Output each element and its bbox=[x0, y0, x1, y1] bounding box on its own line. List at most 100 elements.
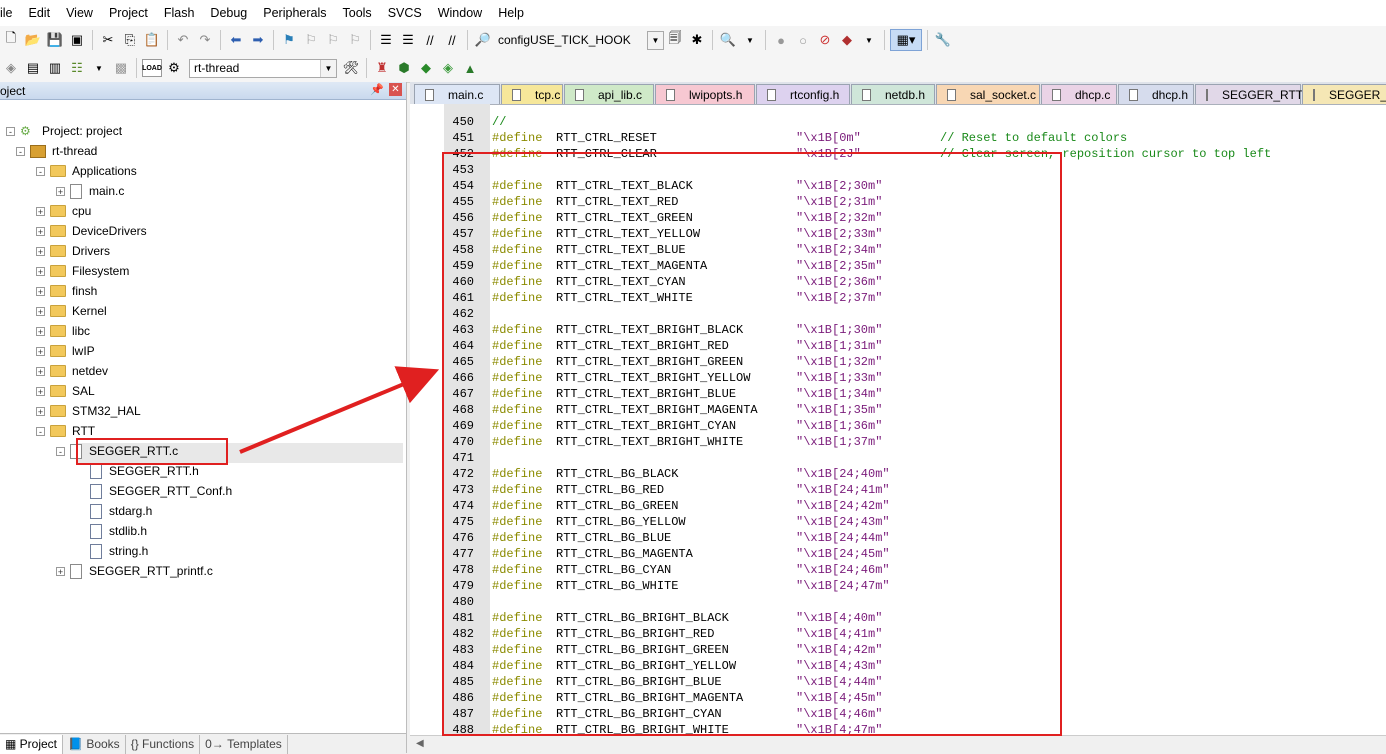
breakpoint-icon[interactable]: ● bbox=[771, 30, 791, 50]
menu-item-project[interactable]: Project bbox=[101, 0, 156, 26]
chevron-down-icon[interactable]: ▼ bbox=[320, 59, 336, 77]
menu-item-window[interactable]: Window bbox=[430, 0, 490, 26]
collapse-icon[interactable]: - bbox=[36, 166, 45, 176]
undo-icon[interactable]: ↶ bbox=[173, 30, 193, 50]
tab-templates[interactable]: 0→ Templates bbox=[200, 734, 288, 754]
tree-node[interactable]: + cpu bbox=[36, 201, 91, 221]
menu-item-edit[interactable]: Edit bbox=[21, 0, 59, 26]
clear-bookmarks-icon[interactable]: ⚐ bbox=[345, 30, 365, 50]
tree-node[interactable]: + main.c bbox=[56, 181, 124, 201]
manage-components-icon[interactable]: ♜ bbox=[372, 58, 392, 78]
tree-node[interactable]: + SEGGER_RTT_printf.c bbox=[56, 561, 213, 581]
expand-icon[interactable]: + bbox=[36, 306, 45, 316]
tree-node[interactable]: + Kernel bbox=[36, 301, 107, 321]
nav-forward-icon[interactable]: ➡ bbox=[248, 30, 268, 50]
collapse-icon[interactable]: - bbox=[56, 446, 65, 456]
expand-icon[interactable]: + bbox=[36, 206, 45, 216]
indent-icon[interactable]: ☰ bbox=[376, 30, 396, 50]
menu-item-help[interactable]: Help bbox=[490, 0, 532, 26]
editor-tab[interactable]: lwipopts.h bbox=[655, 84, 755, 104]
expand-icon[interactable]: + bbox=[56, 566, 65, 576]
save-icon[interactable]: 💾 bbox=[45, 30, 65, 50]
tree-node[interactable]: + lwIP bbox=[36, 341, 95, 361]
redo-icon[interactable]: ↷ bbox=[195, 30, 215, 50]
find-icon[interactable]: 🗐 bbox=[665, 30, 685, 50]
run-time-env-icon[interactable]: ▲ bbox=[460, 58, 480, 78]
copy-icon[interactable]: ⎘ bbox=[120, 30, 140, 50]
expand-icon[interactable]: + bbox=[36, 226, 45, 236]
find-in-files-icon[interactable]: 🔎 bbox=[473, 30, 493, 50]
open-folder-icon[interactable]: 📂 bbox=[23, 30, 43, 50]
menu-item-tools[interactable]: Tools bbox=[335, 0, 380, 26]
kill-dropdown-icon[interactable]: ▼ bbox=[859, 30, 879, 50]
editor-tab[interactable]: api_lib.c bbox=[564, 84, 654, 104]
debug-dropdown-icon[interactable]: ▼ bbox=[740, 30, 760, 50]
menu-item-peripherals[interactable]: Peripherals bbox=[255, 0, 334, 26]
next-bookmark-icon[interactable]: ⚐ bbox=[323, 30, 343, 50]
manage-packs-icon[interactable]: ◆ bbox=[416, 58, 436, 78]
window-layout-icon[interactable]: ▦▾ bbox=[890, 29, 922, 51]
find-combo[interactable]: configUSE_TICK_HOOK ▼ bbox=[494, 30, 664, 50]
editor-tab[interactable]: SEGGER_RT bbox=[1302, 84, 1386, 104]
tab-functions[interactable]: {} Functions bbox=[126, 734, 201, 754]
editor-tab[interactable]: netdb.h bbox=[851, 84, 935, 104]
select-packs-icon[interactable]: ◈ bbox=[438, 58, 458, 78]
menu-item-view[interactable]: View bbox=[58, 0, 101, 26]
disable-all-breakpoints-icon[interactable]: ⊘ bbox=[815, 30, 835, 50]
chevron-down-icon[interactable]: ▼ bbox=[647, 30, 664, 50]
expand-icon[interactable]: + bbox=[36, 366, 45, 376]
rebuild-icon[interactable]: ▥ bbox=[45, 58, 65, 78]
tree-node[interactable]: + Filesystem bbox=[36, 261, 129, 281]
target-options-icon[interactable]: ⚙ bbox=[164, 58, 184, 78]
batch-dropdown-icon[interactable]: ▼ bbox=[89, 58, 109, 78]
tree-node[interactable]: - ⚙ Project: project bbox=[6, 121, 122, 141]
tree-node[interactable]: SEGGER_RTT_Conf.h bbox=[76, 481, 232, 501]
comment-icon[interactable]: // bbox=[420, 30, 440, 50]
editor-tab[interactable]: sal_socket.c bbox=[936, 84, 1040, 104]
file-extensions-icon[interactable]: ⬢ bbox=[394, 58, 414, 78]
prev-bookmark-icon[interactable]: ⚐ bbox=[301, 30, 321, 50]
collapse-icon[interactable]: - bbox=[16, 146, 25, 156]
tree-node[interactable]: stdlib.h bbox=[76, 521, 147, 541]
cut-icon[interactable]: ✂ bbox=[98, 30, 118, 50]
menu-item-svcs[interactable]: SVCS bbox=[380, 0, 430, 26]
stop-build-icon[interactable]: ▩ bbox=[111, 58, 131, 78]
tree-node[interactable]: - Applications bbox=[36, 161, 137, 181]
editor-tab[interactable]: tcp.c bbox=[501, 84, 563, 104]
horizontal-scrollbar[interactable]: ◀ bbox=[410, 735, 1386, 754]
batch-build-icon[interactable]: ☷ bbox=[67, 58, 87, 78]
collapse-icon[interactable]: - bbox=[36, 426, 45, 436]
tree-node[interactable]: + finsh bbox=[36, 281, 97, 301]
uncomment-icon[interactable]: // bbox=[442, 30, 462, 50]
debug-start-icon[interactable]: 🔍 bbox=[718, 30, 738, 50]
expand-icon[interactable]: + bbox=[36, 326, 45, 336]
paste-icon[interactable]: 📋 bbox=[142, 30, 162, 50]
close-icon[interactable]: ✕ bbox=[389, 83, 402, 96]
configure-tools-icon[interactable]: 🔧 bbox=[933, 30, 953, 50]
expand-icon[interactable]: + bbox=[56, 186, 65, 196]
menu-item-flash[interactable]: Flash bbox=[156, 0, 203, 26]
expand-icon[interactable]: + bbox=[36, 386, 45, 396]
tree-node[interactable]: stdarg.h bbox=[76, 501, 152, 521]
editor-tab[interactable]: rtconfig.h bbox=[756, 84, 850, 104]
tree-node[interactable]: + STM32_HAL bbox=[36, 401, 141, 421]
expand-icon[interactable]: + bbox=[36, 346, 45, 356]
tab-books[interactable]: 📘 Books bbox=[63, 734, 126, 754]
expand-icon[interactable]: + bbox=[36, 286, 45, 296]
disable-breakpoint-icon[interactable]: ○ bbox=[793, 30, 813, 50]
build-icon[interactable]: ▤ bbox=[23, 58, 43, 78]
options-for-target-icon[interactable]: 🛠 bbox=[341, 58, 361, 78]
bookmark-icon[interactable]: ⚑ bbox=[279, 30, 299, 50]
unindent-icon[interactable]: ☰ bbox=[398, 30, 418, 50]
target-combo[interactable]: rt-thread ▼ bbox=[189, 58, 337, 78]
incremental-find-icon[interactable]: ✱ bbox=[687, 30, 707, 50]
editor-tab[interactable]: dhcp.c bbox=[1041, 84, 1117, 104]
editor-tab[interactable]: dhcp.h bbox=[1118, 84, 1194, 104]
tree-node[interactable]: + Drivers bbox=[36, 241, 110, 261]
save-all-icon[interactable]: ▣ bbox=[67, 30, 87, 50]
tab-project[interactable]: ▦ Project bbox=[0, 734, 64, 754]
kill-breakpoints-icon[interactable]: ◆ bbox=[837, 30, 857, 50]
pin-icon[interactable]: 📌 bbox=[370, 83, 384, 96]
tree-node[interactable]: string.h bbox=[76, 541, 148, 561]
download-icon[interactable]: LOAD bbox=[142, 59, 162, 77]
